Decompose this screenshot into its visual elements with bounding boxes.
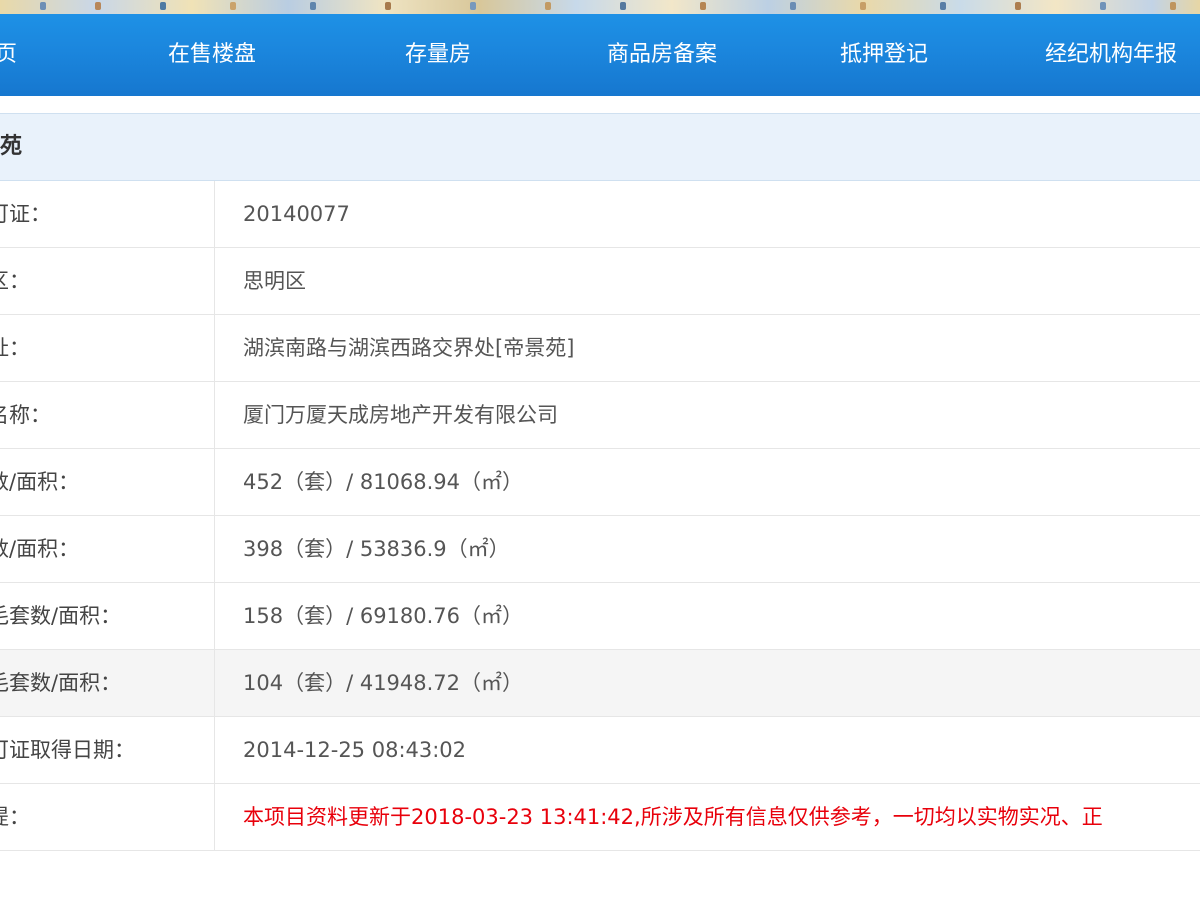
row-value: 思明区 — [243, 269, 306, 293]
table-row: 区： 思明区 — [0, 248, 1200, 315]
project-info-table: 可证： 20140077 区： 思明区 址： 湖滨南路与湖滨西路交界处[帝景苑]… — [0, 181, 1200, 851]
nav-item-agency-annual-report[interactable]: 经纪机构年报 — [1045, 14, 1177, 96]
nav-item-mortgage-registration[interactable]: 抵押登记 — [840, 14, 928, 96]
nav-item-on-sale[interactable]: 在售楼盘 — [168, 14, 256, 96]
row-value: 452（套）/ 81068.94（㎡） — [243, 470, 524, 494]
table-row: 毛套数/面积： 158（套）/ 69180.76（㎡） — [0, 583, 1200, 650]
project-title: 苑 — [0, 134, 23, 159]
update-notice-text: 本项目资料更新于2018-03-23 13:41:42,所涉及所有信息仅供参考，… — [243, 805, 1103, 829]
row-label: 可证取得日期： — [0, 717, 215, 783]
row-value: 厦门万厦天成房地产开发有限公司 — [243, 403, 558, 427]
row-label: 名称： — [0, 382, 215, 448]
table-row: 可证取得日期： 2014-12-25 08:43:02 — [0, 717, 1200, 784]
table-row: 毛套数/面积： 104（套）/ 41948.72（㎡） — [0, 650, 1200, 717]
row-label: 数/面积： — [0, 449, 215, 515]
row-value: 2014-12-25 08:43:02 — [243, 738, 467, 762]
table-row: 名称： 厦门万厦天成房地产开发有限公司 — [0, 382, 1200, 449]
row-value: 398（套）/ 53836.9（㎡） — [243, 537, 510, 561]
row-value: 湖滨南路与湖滨西路交界处[帝景苑] — [243, 336, 575, 360]
row-label: 可证： — [0, 181, 215, 247]
row-label: 址： — [0, 315, 215, 381]
nav-item-sales-filing[interactable]: 商品房备案 — [607, 14, 717, 96]
nav-item-existing-homes[interactable]: 存量房 — [405, 14, 471, 96]
table-row: 数/面积： 452（套）/ 81068.94（㎡） — [0, 449, 1200, 516]
row-value: 104（套）/ 41948.72（㎡） — [243, 671, 524, 695]
row-label: 毛套数/面积： — [0, 650, 215, 716]
main-nav: 页 在售楼盘 存量房 商品房备案 抵押登记 经纪机构年报 — [0, 14, 1200, 96]
row-label: 数/面积： — [0, 516, 215, 582]
nav-item-home[interactable]: 页 — [0, 14, 17, 96]
row-value: 20140077 — [243, 202, 350, 226]
table-row: 数/面积： 398（套）/ 53836.9（㎡） — [0, 516, 1200, 583]
table-row: 提： 本项目资料更新于2018-03-23 13:41:42,所涉及所有信息仅供… — [0, 784, 1200, 851]
row-label: 毛套数/面积： — [0, 583, 215, 649]
project-title-bar: 苑 — [0, 113, 1200, 181]
row-label: 提： — [0, 784, 215, 850]
row-value: 158（套）/ 69180.76（㎡） — [243, 604, 524, 628]
table-row: 址： 湖滨南路与湖滨西路交界处[帝景苑] — [0, 315, 1200, 382]
row-label: 区： — [0, 248, 215, 314]
table-row: 可证： 20140077 — [0, 181, 1200, 248]
top-banner-image — [0, 0, 1200, 14]
